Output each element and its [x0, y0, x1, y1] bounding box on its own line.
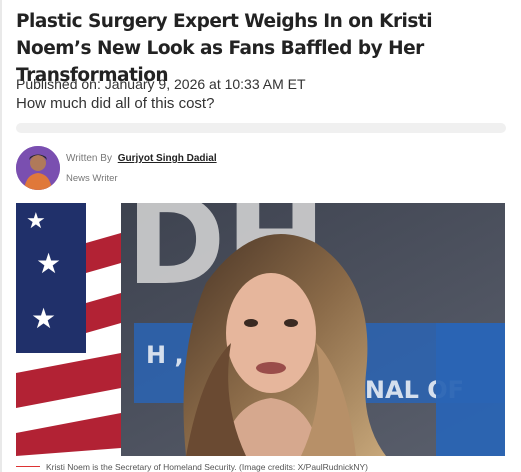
written-by-label: Written By — [66, 153, 112, 164]
published-date: Published on: January 9, 2026 at 10:33 A… — [16, 76, 306, 92]
image-caption: Kristi Noem is the Secretary of Homeland… — [46, 462, 369, 472]
author-byline: Written By Gurjyot Singh Dadial — [66, 153, 217, 164]
author-name-link[interactable]: Gurjyot Singh Dadial — [118, 153, 217, 164]
svg-text:★: ★ — [31, 303, 56, 334]
article-subtitle: How much did all of this cost? — [16, 95, 215, 112]
page-edge — [0, 0, 2, 472]
author-avatar[interactable] — [16, 146, 60, 190]
divider — [16, 123, 506, 133]
caption-accent — [16, 466, 40, 467]
hero-image: DH H , DISRUP INAL OF ★ ★ ★ — [16, 203, 505, 456]
svg-text:★: ★ — [26, 208, 46, 233]
author-role: News Writer — [66, 173, 118, 184]
svg-text:★: ★ — [36, 248, 61, 279]
us-flag: ★ ★ ★ — [16, 203, 121, 456]
